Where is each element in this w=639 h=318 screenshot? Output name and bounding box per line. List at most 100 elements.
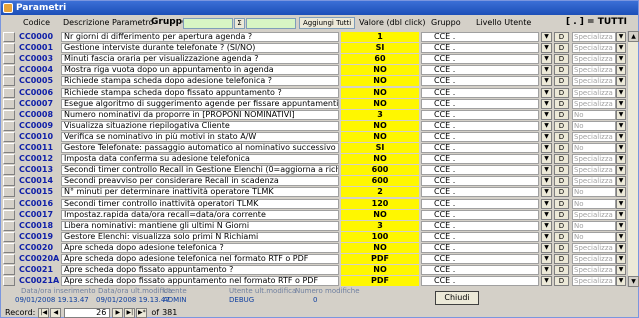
row-gruppo[interactable]: CCE .: [421, 98, 539, 109]
chevron-down-icon[interactable]: ▼: [541, 165, 552, 176]
row-value[interactable]: 3: [341, 109, 419, 120]
row-selector[interactable]: [3, 209, 15, 220]
row-description[interactable]: Gestore Elenchi: visualizza solo primi N…: [61, 231, 339, 242]
chevron-down-icon[interactable]: ▼: [616, 198, 626, 209]
row-specializza[interactable]: Specializza: [572, 254, 616, 264]
row-specializza[interactable]: Specializza: [572, 54, 616, 65]
chevron-down-icon[interactable]: ▼: [541, 109, 552, 120]
table-row[interactable]: CC0005 Richiede stampa scheda dopo adesio…: [1, 75, 626, 87]
row-value[interactable]: 2: [341, 187, 419, 198]
detail-button[interactable]: D: [554, 165, 569, 176]
detail-button[interactable]: D: [554, 242, 569, 253]
chevron-down-icon[interactable]: ▼: [616, 187, 626, 198]
chevron-down-icon[interactable]: ▼: [541, 143, 552, 153]
aggiungi-tutti-button[interactable]: Aggiungi Tutti: [299, 17, 356, 29]
table-row[interactable]: CC0014 Secondi preavviso per considerare …: [1, 175, 626, 187]
row-value[interactable]: NO: [341, 76, 419, 87]
row-value[interactable]: NO: [341, 265, 419, 276]
row-specializza[interactable]: Specializza: [572, 65, 616, 76]
row-selector[interactable]: [3, 165, 15, 176]
row-gruppo[interactable]: CCE .: [421, 43, 539, 54]
table-row[interactable]: CC0001 Gestione interviste durante telefo…: [1, 42, 626, 54]
row-description[interactable]: Secondi preavviso per considerare Recall…: [61, 176, 339, 187]
row-gruppo[interactable]: CCE .: [421, 54, 539, 65]
chevron-down-icon[interactable]: ▼: [616, 231, 626, 242]
chevron-down-icon[interactable]: ▼: [541, 87, 552, 98]
chevron-down-icon[interactable]: ▼: [616, 87, 626, 98]
table-row[interactable]: CC0019 Gestore Elenchi: visualizza solo p…: [1, 231, 626, 242]
chevron-down-icon[interactable]: ▼: [541, 131, 552, 142]
chevron-down-icon[interactable]: ▼: [541, 198, 552, 209]
row-gruppo[interactable]: CCE .: [421, 254, 539, 264]
prev-record-icon[interactable]: ◀: [50, 307, 62, 318]
row-description[interactable]: Minuti fascia oraria per visualizzazione…: [61, 54, 339, 65]
row-selector[interactable]: [3, 265, 15, 276]
row-value[interactable]: 600: [341, 165, 419, 176]
first-record-icon[interactable]: |◀: [38, 307, 50, 318]
table-row[interactable]: CC0006 Richiede stampa scheda dopo fissat…: [1, 87, 626, 98]
chevron-down-icon[interactable]: ▼: [616, 242, 626, 253]
detail-button[interactable]: D: [554, 231, 569, 242]
chevron-down-icon[interactable]: ▼: [616, 109, 626, 120]
row-description[interactable]: Apre scheda dopo fissato appuntamento ?: [61, 265, 339, 276]
row-selector[interactable]: [3, 120, 15, 131]
row-description[interactable]: Secondi timer controllo Recall in Gestio…: [61, 165, 339, 176]
row-description[interactable]: Apre scheda dopo adesione telefonica ?: [61, 242, 339, 253]
row-selector[interactable]: [3, 254, 15, 264]
row-selector[interactable]: [3, 231, 15, 242]
row-gruppo[interactable]: CCE .: [421, 276, 539, 287]
row-description[interactable]: Esegue algoritmo di suggerimento agende …: [61, 98, 339, 109]
detail-button[interactable]: D: [554, 76, 569, 87]
row-value[interactable]: NO: [341, 242, 419, 253]
table-row[interactable]: CC0009 Visualizza situazione riepilogativ…: [1, 120, 626, 131]
chevron-down-icon[interactable]: ▼: [616, 265, 626, 276]
row-specializza[interactable]: No: [572, 143, 616, 153]
row-value[interactable]: 600: [341, 176, 419, 187]
chevron-down-icon[interactable]: ▼: [616, 76, 626, 87]
scroll-down-icon[interactable]: ▼: [628, 276, 639, 287]
row-description[interactable]: Imposta data conferma su adesione telefo…: [61, 154, 339, 165]
detail-button[interactable]: D: [554, 87, 569, 98]
table-row[interactable]: CC0020A Apre scheda dopo adesione telefon…: [1, 253, 626, 264]
row-specializza[interactable]: Specializza: [572, 32, 616, 42]
row-description[interactable]: Libera nominativi: mantiene gli ultimi N…: [61, 220, 339, 231]
row-gruppo[interactable]: CCE .: [421, 143, 539, 153]
row-value[interactable]: PDF: [341, 254, 419, 264]
row-value[interactable]: 60: [341, 54, 419, 65]
new-record-icon[interactable]: ▶*: [136, 307, 148, 318]
row-value[interactable]: 1: [341, 32, 419, 42]
row-gruppo[interactable]: CCE .: [421, 165, 539, 176]
chevron-down-icon[interactable]: ▼: [616, 131, 626, 142]
chevron-down-icon[interactable]: ▼: [541, 209, 552, 220]
table-row[interactable]: CC0021 Apre scheda dopo fissato appuntame…: [1, 264, 626, 276]
row-description[interactable]: Richiede stampa scheda dopo fissato appu…: [61, 87, 339, 98]
row-selector[interactable]: [3, 43, 15, 54]
row-description[interactable]: Secondi timer controllo inattività opera…: [61, 198, 339, 209]
row-gruppo[interactable]: CCE .: [421, 265, 539, 276]
chevron-down-icon[interactable]: ▼: [541, 265, 552, 276]
row-selector[interactable]: [3, 65, 15, 76]
table-row[interactable]: CC0013 Secondi timer controllo Recall in …: [1, 164, 626, 176]
chevron-down-icon[interactable]: ▼: [616, 65, 626, 76]
chevron-down-icon[interactable]: ▼: [541, 176, 552, 187]
table-row[interactable]: CC0003 Minuti fascia oraria per visualizz…: [1, 53, 626, 65]
chevron-down-icon[interactable]: ▼: [541, 120, 552, 131]
row-selector[interactable]: [3, 32, 15, 42]
row-specializza[interactable]: No: [572, 198, 616, 209]
row-value[interactable]: SI: [341, 143, 419, 153]
detail-button[interactable]: D: [554, 176, 569, 187]
row-specializza[interactable]: Specializza: [572, 76, 616, 87]
table-row[interactable]: CC0017 Impostaz.rapida data/ora recall=da…: [1, 209, 626, 220]
row-specializza[interactable]: Specializza: [572, 276, 616, 287]
chevron-down-icon[interactable]: ▼: [616, 176, 626, 187]
table-row[interactable]: CC0007 Esegue algoritmo di suggerimento a…: [1, 98, 626, 109]
row-specializza[interactable]: Specializza: [572, 131, 616, 142]
row-specializza[interactable]: No: [572, 220, 616, 231]
chevron-down-icon[interactable]: ▼: [541, 220, 552, 231]
detail-button[interactable]: D: [554, 54, 569, 65]
row-description[interactable]: Verifica se nominativo in più motivi in …: [61, 131, 339, 142]
chevron-down-icon[interactable]: ▼: [541, 154, 552, 165]
row-description[interactable]: Apre scheda dopo adesione telefonica nel…: [61, 254, 339, 264]
row-value[interactable]: NO: [341, 120, 419, 131]
row-value[interactable]: NO: [341, 65, 419, 76]
